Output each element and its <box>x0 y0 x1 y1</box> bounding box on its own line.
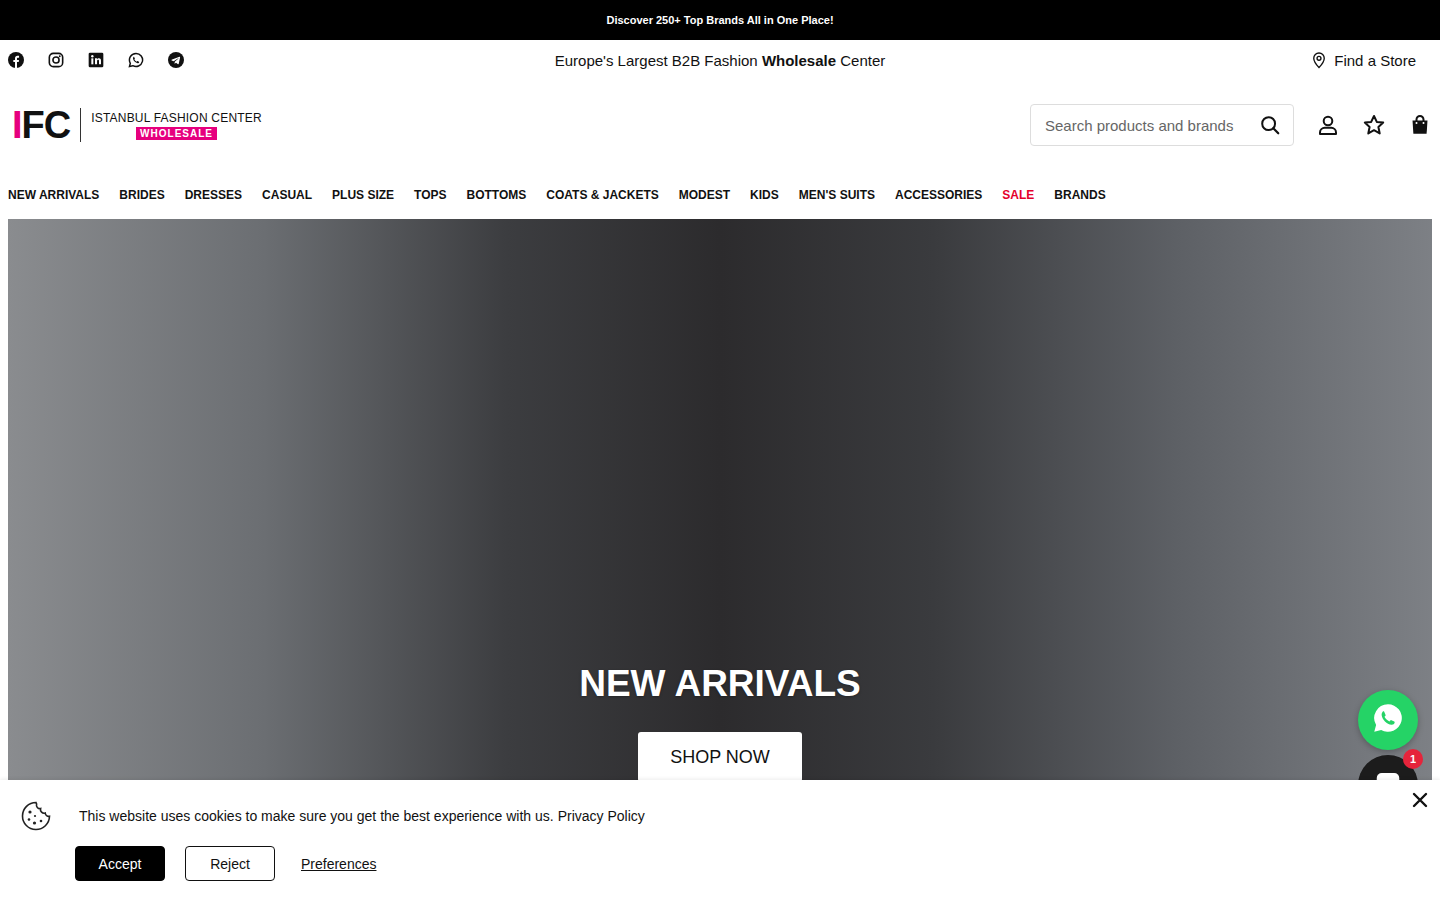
cookie-message: This website uses cookies to make sure y… <box>79 808 554 824</box>
announcement-bar: Discover 250+ Top Brands All in One Plac… <box>0 0 1440 40</box>
nav-item[interactable]: TOPS <box>414 188 446 202</box>
cookie-primary-button[interactable]: Accept <box>75 846 165 881</box>
nav-item[interactable]: KIDS <box>750 188 779 202</box>
star-icon[interactable] <box>1362 113 1386 137</box>
find-store-label: Find a Store <box>1334 52 1416 69</box>
telegram-icon[interactable] <box>168 52 184 68</box>
header-actions <box>1030 104 1432 146</box>
logo-divider <box>80 108 81 142</box>
instagram-icon[interactable] <box>48 52 64 68</box>
nav-item[interactable]: MODEST <box>679 188 730 202</box>
find-store-link[interactable]: Find a Store <box>1310 51 1432 69</box>
search-box <box>1030 104 1294 146</box>
logo-letter: I <box>12 104 22 146</box>
hero-title: NEW ARRIVALS <box>579 663 861 705</box>
nav-item[interactable]: PLUS SIZE <box>332 188 394 202</box>
linkedin-icon[interactable] <box>88 52 104 68</box>
tagline-part: Europe's Largest B2B Fashion <box>555 52 762 69</box>
site-logo[interactable]: IFC ISTANBUL FASHION CENTER WHOLESALE <box>12 106 262 144</box>
tagline-part: Wholesale <box>762 52 836 69</box>
nav-item[interactable]: SALE <box>1002 188 1034 202</box>
logo-letter: FC <box>22 104 71 146</box>
tagline-part: Center <box>836 52 885 69</box>
user-icon[interactable] <box>1316 113 1340 137</box>
cookie-buttons: Accept Reject Preferences <box>0 846 1440 881</box>
pin-icon <box>1310 51 1328 69</box>
announcement-text: Discover 250+ Top Brands All in One Plac… <box>606 14 833 26</box>
cookie-message-row: This website uses cookies to make sure y… <box>0 780 1440 832</box>
facebook-icon[interactable] <box>8 52 24 68</box>
logo-name: ISTANBUL FASHION CENTER <box>91 111 262 125</box>
nav-item[interactable]: NEW ARRIVALS <box>8 188 99 202</box>
nav-item[interactable]: BRIDES <box>119 188 164 202</box>
nav-item[interactable]: COATS & JACKETS <box>546 188 658 202</box>
site-header: IFC ISTANBUL FASHION CENTER WHOLESALE <box>0 80 1440 170</box>
nav-item[interactable]: CASUAL <box>262 188 312 202</box>
cookie-text: This website uses cookies to make sure y… <box>79 807 645 825</box>
whatsapp-icon <box>1371 701 1405 739</box>
tagline: Europe's Largest B2B Fashion Wholesale C… <box>555 52 886 69</box>
nav-item[interactable]: BRANDS <box>1054 188 1105 202</box>
search-icon[interactable] <box>1259 114 1281 136</box>
cookie-link-button[interactable]: Preferences <box>295 846 382 881</box>
bag-icon[interactable] <box>1408 113 1432 137</box>
nav-item[interactable]: MEN'S SUITS <box>799 188 875 202</box>
utility-bar: Europe's Largest B2B Fashion Wholesale C… <box>0 40 1440 80</box>
social-links <box>8 52 555 68</box>
logo-mark: IFC <box>12 106 70 144</box>
chat-badge: 1 <box>1403 749 1423 769</box>
shop-now-button[interactable]: SHOP NOW <box>638 732 802 782</box>
whatsapp-button[interactable] <box>1358 690 1418 750</box>
cookie-icon <box>20 800 52 832</box>
nav-item[interactable]: ACCESSORIES <box>895 188 982 202</box>
logo-text: ISTANBUL FASHION CENTER WHOLESALE <box>91 111 262 140</box>
privacy-policy-link[interactable]: Privacy Policy <box>558 808 645 824</box>
close-icon[interactable] <box>1412 792 1428 808</box>
nav-item[interactable]: BOTTOMS <box>467 188 527 202</box>
logo-badge: WHOLESALE <box>136 127 217 140</box>
cookie-banner: This website uses cookies to make sure y… <box>0 780 1440 900</box>
main-nav: NEW ARRIVALS BRIDES DRESSES CASUAL PLUS SIZE… <box>0 170 1440 219</box>
nav-item[interactable]: DRESSES <box>185 188 242 202</box>
whatsapp-icon[interactable] <box>128 52 144 68</box>
cookie-secondary-button[interactable]: Reject <box>185 846 275 881</box>
search-input[interactable] <box>1043 116 1251 135</box>
